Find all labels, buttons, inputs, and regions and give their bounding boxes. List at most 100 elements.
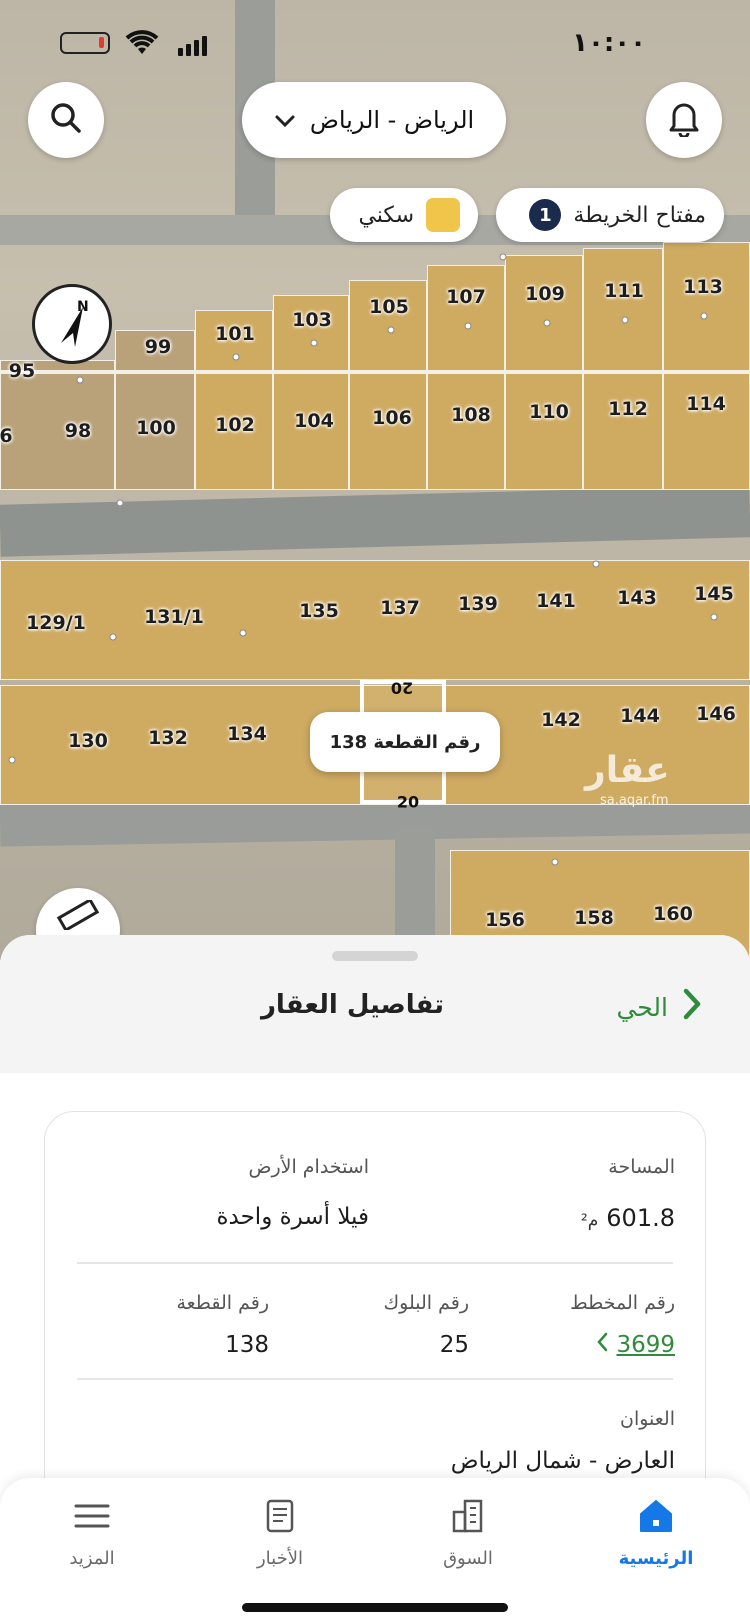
city-selector-dropdown[interactable]: الرياض - الرياض [242, 82, 506, 158]
plot-label: 143 [617, 587, 657, 609]
compass-icon: N [35, 299, 109, 365]
watermark-url: sa.aqar.fm [600, 793, 669, 808]
property-info-card: المساحة 601.8 م² استخدام الأرض فيلا أسرة… [44, 1111, 706, 1531]
plan-number-label: رقم المخطط [570, 1292, 675, 1314]
plot-label: 156 [485, 909, 525, 931]
plot-label: 111 [604, 280, 644, 302]
plot-label: 158 [574, 907, 614, 929]
nav-market[interactable]: السوق [398, 1498, 538, 1569]
nav-more[interactable]: المزيد [22, 1498, 162, 1569]
plot-label: 106 [372, 407, 412, 429]
plot-dot [109, 633, 117, 641]
plot-dot [232, 353, 240, 361]
plot-label: 145 [694, 583, 734, 605]
plot-dot [76, 376, 84, 384]
nav-news[interactable]: الأخبار [210, 1498, 350, 1569]
plot-label: 160 [653, 903, 693, 925]
wifi-icon [125, 30, 159, 63]
menu-icon [73, 1498, 111, 1538]
city-selector-label: الرياض - الرياض [309, 106, 475, 134]
land-use-label: استخدام الأرض [248, 1156, 369, 1178]
notifications-button[interactable] [646, 82, 722, 158]
plot-label: 141 [536, 590, 576, 612]
plot-dot [8, 756, 16, 764]
legend-chip-residential[interactable]: سكني [330, 188, 478, 242]
plot-label: 142 [541, 709, 581, 731]
plot-number-label: رقم القطعة [176, 1292, 269, 1314]
newspaper-icon [261, 1498, 299, 1538]
plot-label: 110 [529, 401, 569, 423]
nav-market-label: السوق [443, 1548, 493, 1569]
plot-dot [621, 316, 629, 324]
sheet-title: تفاصيل العقار [260, 990, 444, 1020]
ruler-icon [56, 897, 100, 934]
plot-label: 100 [136, 417, 176, 439]
plot-label: 112 [608, 398, 648, 420]
plot-dot [551, 858, 559, 866]
plot-label: 98 [64, 420, 92, 442]
plot[interactable] [0, 370, 750, 374]
area-unit: م² [580, 1211, 599, 1231]
plot-label: 129/1 [26, 612, 86, 634]
compass-button[interactable]: N [32, 284, 112, 364]
plot-tooltip[interactable]: رقم القطعة 138 [310, 712, 500, 772]
plot-label: 131/1 [144, 606, 204, 628]
plot-label: 137 [380, 597, 420, 619]
plot-label: 109 [525, 283, 565, 305]
block-number-label: رقم البلوك [383, 1292, 469, 1314]
plot[interactable] [0, 560, 750, 680]
plot-label: 114 [686, 393, 726, 415]
search-button[interactable] [28, 82, 104, 158]
nav-home-label: الرئيسية [618, 1548, 694, 1569]
plot-dot [464, 322, 472, 330]
district-link-label: الحي [616, 992, 668, 1022]
legend-swatch [426, 198, 460, 232]
plot-label: 144 [620, 705, 660, 727]
address-value: العارض - شمال الرياض [450, 1448, 675, 1474]
bottom-navigation: الرئيسية السوق الأخبار المزيد [0, 1478, 750, 1621]
plot-dot [239, 629, 247, 637]
plot-number-value: 138 [225, 1332, 269, 1358]
area-value: 601.8 [606, 1204, 675, 1232]
map-view[interactable]: 113 111 109 107 105 103 101 99 95 114 11… [0, 0, 750, 960]
plot-label: 132 [148, 727, 188, 749]
plot-dot [387, 326, 395, 334]
map-key-label: مفتاح الخريطة [573, 202, 706, 228]
plot-label: 135 [299, 600, 339, 622]
plot-dot [310, 339, 318, 347]
plot-label: 139 [458, 593, 498, 615]
plot-dot [543, 319, 551, 327]
nav-more-label: المزيد [69, 1548, 115, 1569]
home-indicator [242, 1603, 508, 1612]
home-icon [637, 1498, 675, 1538]
chevron-left-icon [596, 1332, 608, 1358]
plan-number-link[interactable]: 3699 [596, 1332, 675, 1358]
block-number-value: 25 [439, 1332, 469, 1358]
plot-label: 108 [451, 404, 491, 426]
nav-news-label: الأخبار [256, 1548, 303, 1569]
area-value-row: 601.8 م² [581, 1204, 675, 1232]
plot-label: 105 [369, 296, 409, 318]
plot-label: 103 [292, 309, 332, 331]
svg-text:N: N [77, 299, 89, 315]
area-label: المساحة [608, 1156, 675, 1178]
battery-icon [60, 32, 110, 54]
plot-dot [700, 312, 708, 320]
search-icon [48, 100, 84, 140]
legend-label: سكني [358, 202, 414, 228]
map-key-count-badge: 1 [529, 199, 562, 231]
plot-label: 130 [68, 730, 108, 752]
sheet-drag-handle[interactable] [332, 951, 418, 961]
divider [77, 1262, 673, 1264]
buildings-icon [449, 1498, 487, 1538]
plot-label: 107 [446, 286, 486, 308]
plot-dot [499, 253, 507, 261]
plot-label: 113 [683, 276, 723, 298]
plot-label: 102 [215, 414, 255, 436]
selected-plot-dimension: 20 [390, 678, 414, 698]
nav-home[interactable]: الرئيسية [586, 1498, 726, 1569]
chevron-right-icon [682, 987, 702, 1027]
selected-plot-dimension: 20 [396, 792, 420, 812]
map-key-chip[interactable]: مفتاح الخريطة 1 [496, 188, 724, 242]
district-link[interactable]: الحي [616, 987, 702, 1027]
